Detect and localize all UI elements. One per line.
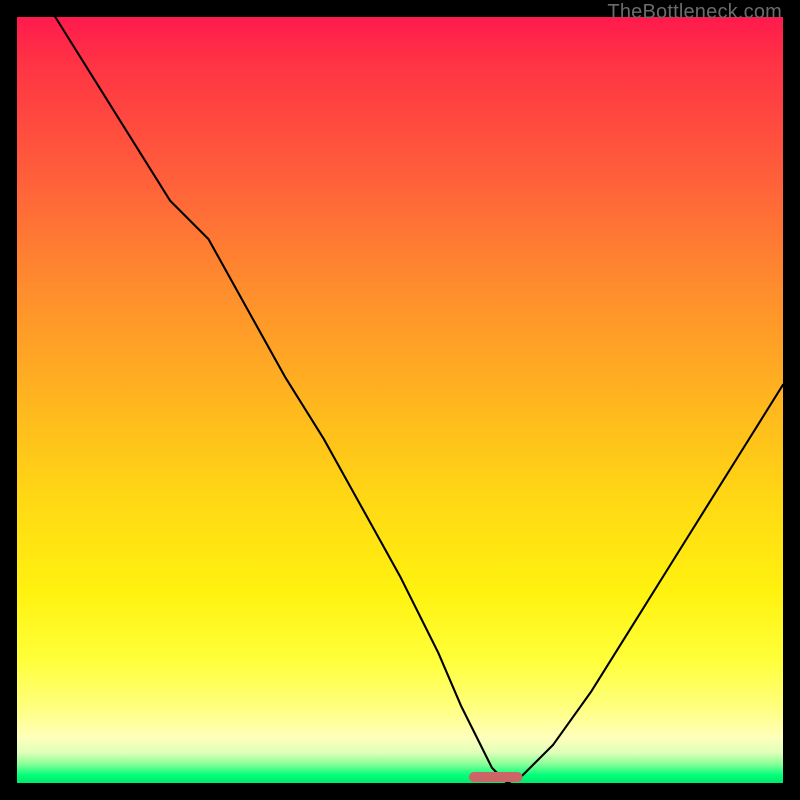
curve-svg (17, 17, 783, 783)
bottleneck-curve (55, 17, 783, 783)
chart-plot-area (17, 17, 783, 783)
minimum-marker (469, 772, 523, 782)
watermark-text: TheBottleneck.com (607, 1, 782, 24)
chart-frame: TheBottleneck.com (0, 0, 800, 800)
